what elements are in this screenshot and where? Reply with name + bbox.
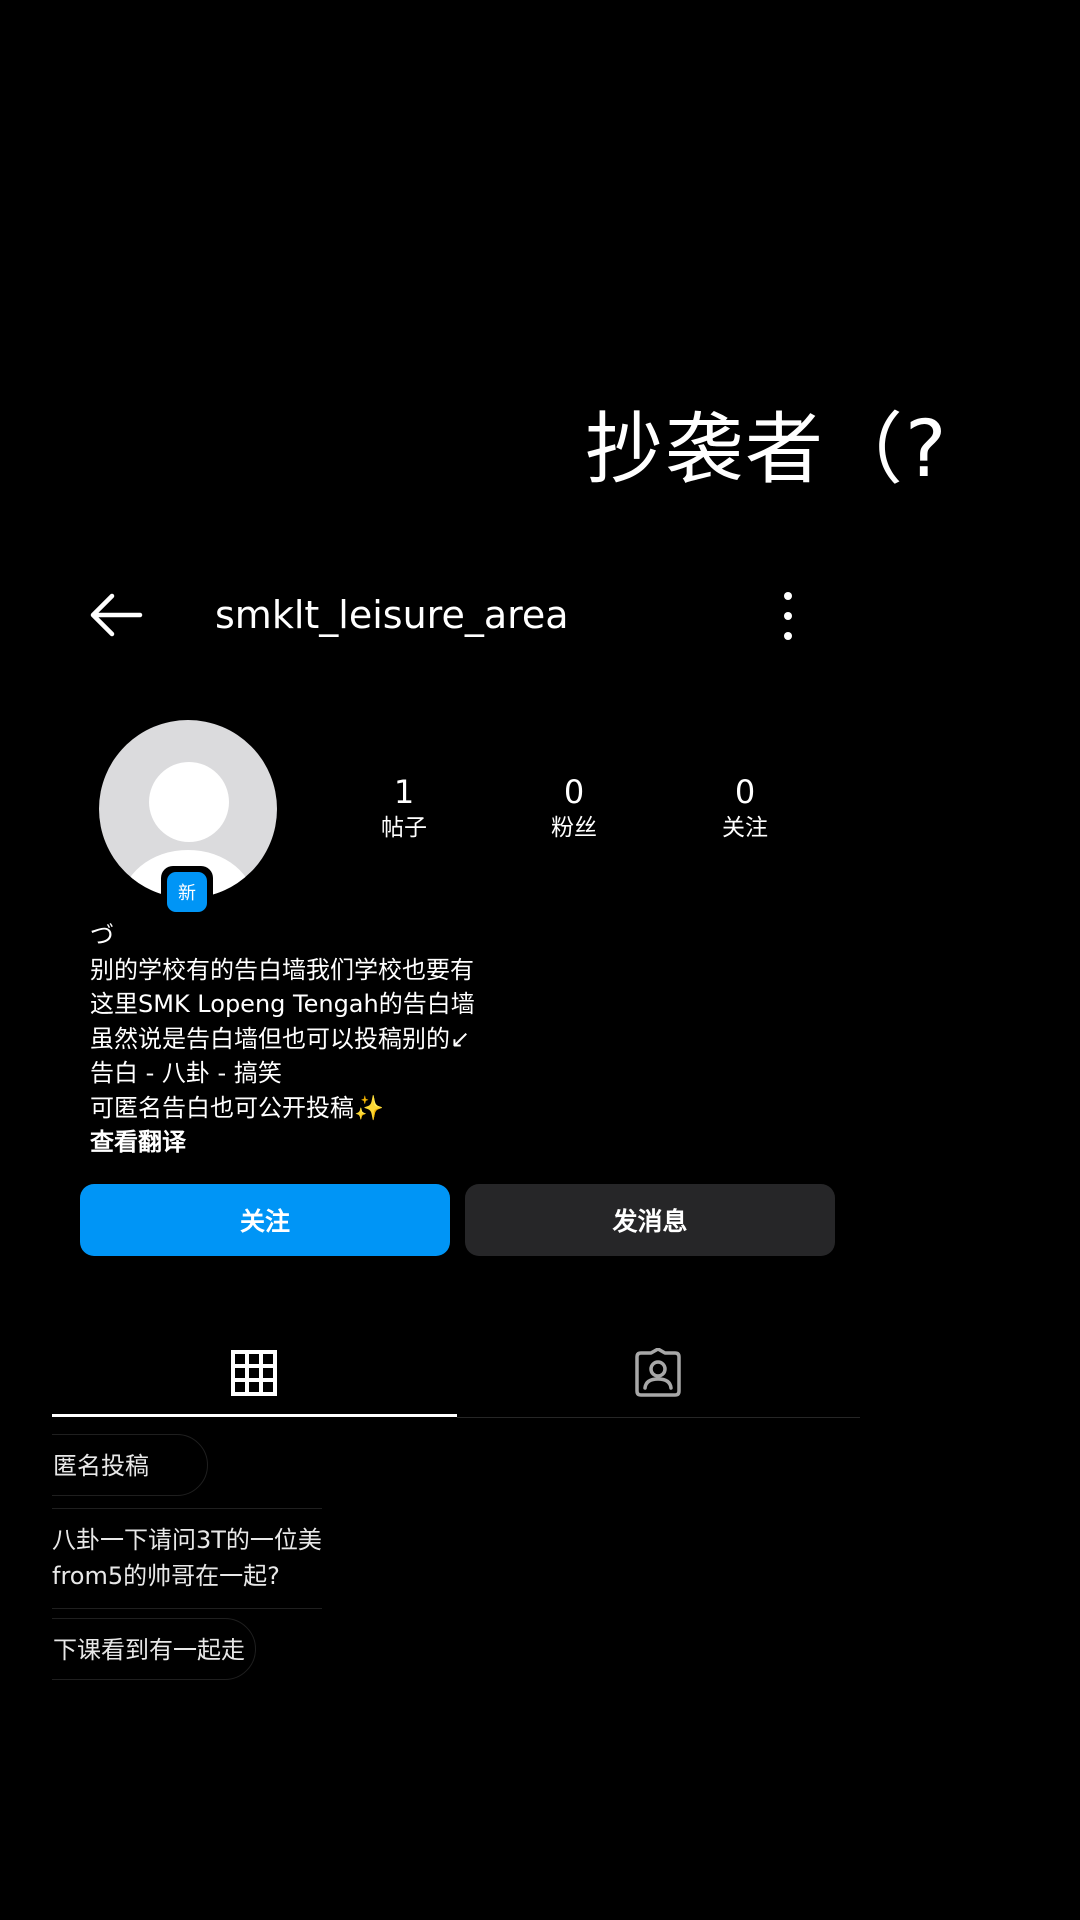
- avatar[interactable]: 新: [99, 720, 277, 918]
- grid-icon: [231, 1350, 277, 1396]
- stat-posts[interactable]: 1 帖子: [344, 772, 464, 844]
- bio-line: 可匿名告白也可公开投稿✨: [90, 1093, 384, 1122]
- new-account-badge: 新: [161, 866, 213, 918]
- message-line: 八卦一下请问3T的一位美女: [52, 1526, 322, 1554]
- divider: [52, 1608, 322, 1609]
- stat-posts-count: 1: [393, 773, 415, 811]
- tagged-person-icon: [635, 1348, 681, 1397]
- message-button[interactable]: 发消息: [465, 1184, 835, 1256]
- divider: [52, 1508, 322, 1509]
- profile-username: smklt_leisure_area: [215, 593, 569, 637]
- stat-followers[interactable]: 0 粉丝: [514, 772, 634, 844]
- profile-header: smklt_leisure_area: [0, 580, 860, 650]
- stat-following-count: 0: [734, 773, 756, 811]
- message-bubble: 匿名投稿: [52, 1434, 208, 1496]
- stat-following[interactable]: 0 关注: [685, 772, 805, 844]
- bio-line: 告白 - 八卦 - 搞笑: [90, 1059, 282, 1087]
- post-thumbnail[interactable]: 匿名投稿 八卦一下请问3T的一位美女 from5的帅哥在一起? 下课看到有一起走: [52, 1430, 322, 1690]
- stat-posts-label: 帖子: [381, 815, 427, 841]
- profile-tabs: [52, 1330, 860, 1420]
- bio-line: 这里SMK Lopeng Tengah的告白墙: [90, 990, 475, 1018]
- tab-posts-grid[interactable]: [52, 1330, 456, 1416]
- bio-line: 别的学校有的告白墙我们学校也要有: [90, 955, 474, 984]
- bio-line: づ: [90, 921, 114, 949]
- active-tab-indicator: [52, 1414, 457, 1417]
- more-options-icon[interactable]: [768, 588, 808, 644]
- overlay-caption: 抄袭者（?: [585, 405, 949, 495]
- message-line: from5的帅哥在一起?: [52, 1562, 280, 1590]
- new-badge-label: 新: [167, 872, 207, 912]
- back-arrow-icon[interactable]: [88, 590, 144, 640]
- message-bubble: 下课看到有一起走: [52, 1618, 256, 1680]
- message-text: 八卦一下请问3T的一位美女 from5的帅哥在一起?: [52, 1522, 322, 1594]
- tab-divider: [457, 1417, 860, 1418]
- see-translation-link[interactable]: 查看翻译: [90, 1125, 530, 1160]
- tab-tagged[interactable]: [456, 1330, 860, 1416]
- bio-line: 虽然说是告白墙但也可以投稿别的↙: [90, 1024, 471, 1053]
- follow-button[interactable]: 关注: [80, 1184, 450, 1256]
- profile-bio: づ 别的学校有的告白墙我们学校也要有 这里SMK Lopeng Tengah的告…: [90, 918, 530, 1160]
- stat-followers-count: 0: [563, 773, 585, 811]
- stat-following-label: 关注: [722, 815, 768, 841]
- stat-followers-label: 粉丝: [551, 815, 597, 841]
